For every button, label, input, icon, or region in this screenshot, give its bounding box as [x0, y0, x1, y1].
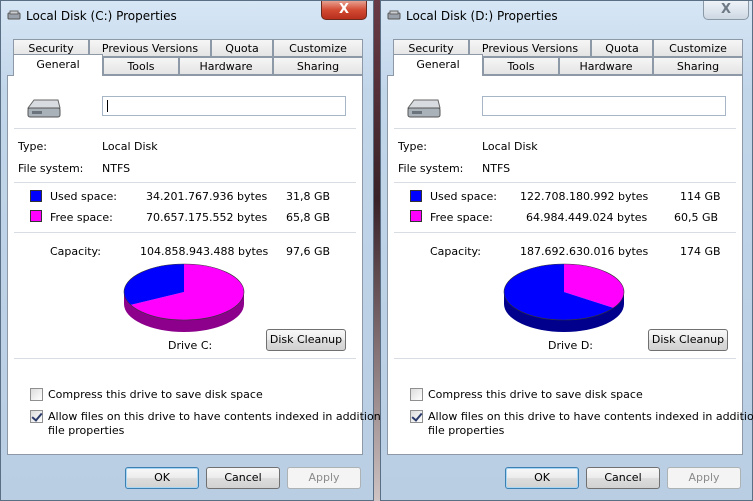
capacity-bytes: 187.692.630.016 bytes	[520, 245, 649, 258]
used-space-bytes: 122.708.180.992 bytes	[520, 190, 649, 203]
window-title-text: Local Disk (C:) Properties	[26, 9, 177, 23]
used-space-gb: 31,8 GB	[286, 190, 331, 203]
free-space-gb: 65,8 GB	[286, 211, 331, 224]
tab-sharing[interactable]: Sharing	[653, 57, 743, 75]
type-label: Type:	[18, 140, 47, 153]
drive-name-input[interactable]	[102, 96, 346, 116]
drive-icon	[26, 98, 62, 123]
tab-customize[interactable]: Customize	[273, 39, 363, 57]
drive-label: Drive C:	[168, 339, 213, 352]
separator	[14, 182, 356, 183]
disk-cleanup-button[interactable]: Disk Cleanup	[648, 329, 728, 351]
type-value: Local Disk	[482, 140, 538, 153]
index-label-line1: Allow files on this drive to have conten…	[48, 410, 396, 423]
used-space-swatch	[410, 190, 422, 202]
file-system-label: File system:	[398, 162, 464, 175]
free-space-gb: 60,5 GB	[674, 211, 719, 224]
disk-usage-pie-chart	[123, 263, 245, 332]
tab-tools[interactable]: Tools	[483, 57, 559, 75]
type-label: Type:	[398, 140, 427, 153]
general-panel: Type: Local Disk File system: NTFS Used …	[7, 75, 395, 455]
capacity-label: Capacity:	[430, 245, 481, 258]
drive-icon	[406, 98, 442, 123]
separator	[394, 182, 736, 183]
window-title: Local Disk (C:) Properties	[7, 7, 177, 25]
properties-window-c: Local Disk (C:) Properties X Security Pr…	[0, 0, 395, 501]
capacity-gb: 97,6 GB	[286, 245, 331, 258]
compress-checkbox[interactable]	[30, 388, 43, 401]
window-title-text: Local Disk (D:) Properties	[406, 9, 558, 23]
index-label-line1: Allow files on this drive to have conten…	[428, 410, 753, 423]
tab-previous-versions[interactable]: Previous Versions	[89, 39, 211, 57]
separator	[14, 358, 356, 359]
index-label-line2: file properties	[428, 424, 505, 437]
used-space-bytes: 34.201.767.936 bytes	[146, 190, 268, 203]
used-space-label: Used space:	[50, 190, 118, 203]
tab-previous-versions[interactable]: Previous Versions	[469, 39, 591, 57]
tab-hardware[interactable]: Hardware	[559, 57, 653, 75]
compress-label: Compress this drive to save disk space	[48, 388, 263, 401]
tab-general[interactable]: General	[13, 54, 103, 76]
file-system-value: NTFS	[482, 162, 511, 175]
used-space-label: Used space:	[430, 190, 498, 203]
cancel-button[interactable]: Cancel	[206, 467, 280, 489]
general-panel: Type: Local Disk File system: NTFS Used …	[387, 75, 753, 455]
separator	[14, 128, 356, 129]
tab-tools[interactable]: Tools	[103, 57, 179, 75]
tab-general[interactable]: General	[393, 54, 483, 76]
type-value: Local Disk	[102, 140, 158, 153]
drive-label: Drive D:	[548, 339, 593, 352]
ok-button[interactable]: OK	[505, 467, 579, 489]
file-system-value: NTFS	[102, 162, 131, 175]
apply-button[interactable]: Apply	[667, 467, 741, 489]
ok-button[interactable]: OK	[125, 467, 199, 489]
compress-checkbox[interactable]	[410, 388, 423, 401]
separator	[14, 232, 356, 233]
separator	[394, 128, 736, 129]
capacity-label: Capacity:	[50, 245, 101, 258]
capacity-gb: 174 GB	[680, 245, 721, 258]
disk-cleanup-button[interactable]: Disk Cleanup	[266, 329, 346, 351]
used-space-gb: 114 GB	[680, 190, 721, 203]
free-space-swatch	[30, 210, 42, 222]
tab-customize[interactable]: Customize	[653, 39, 743, 57]
free-space-bytes: 70.657.175.552 bytes	[146, 211, 268, 224]
properties-window-d: Local Disk (D:) Properties X Security Pr…	[380, 0, 753, 501]
free-space-label: Free space:	[50, 211, 113, 224]
cancel-button[interactable]: Cancel	[586, 467, 660, 489]
close-button[interactable]: X	[703, 1, 749, 20]
capacity-bytes: 104.858.943.488 bytes	[140, 245, 269, 258]
free-space-label: Free space:	[430, 211, 493, 224]
separator	[394, 358, 736, 359]
disk-drive-icon	[7, 8, 21, 26]
file-system-label: File system:	[18, 162, 84, 175]
window-title: Local Disk (D:) Properties	[387, 7, 558, 25]
index-label-line2: file properties	[48, 424, 125, 437]
tab-sharing[interactable]: Sharing	[273, 57, 363, 75]
tab-quota[interactable]: Quota	[211, 39, 273, 57]
used-space-swatch	[30, 190, 42, 202]
index-checkbox[interactable]	[410, 410, 423, 423]
tab-hardware[interactable]: Hardware	[179, 57, 273, 75]
drive-name-input[interactable]	[482, 96, 726, 116]
disk-usage-pie-chart	[503, 263, 625, 332]
free-space-swatch	[410, 210, 422, 222]
separator	[394, 232, 736, 233]
compress-label: Compress this drive to save disk space	[428, 388, 643, 401]
index-checkbox[interactable]	[30, 410, 43, 423]
disk-drive-icon	[387, 8, 401, 26]
apply-button[interactable]: Apply	[287, 467, 361, 489]
free-space-bytes: 64.984.449.024 bytes	[526, 211, 648, 224]
tab-quota[interactable]: Quota	[591, 39, 653, 57]
close-button[interactable]: X	[321, 1, 367, 20]
